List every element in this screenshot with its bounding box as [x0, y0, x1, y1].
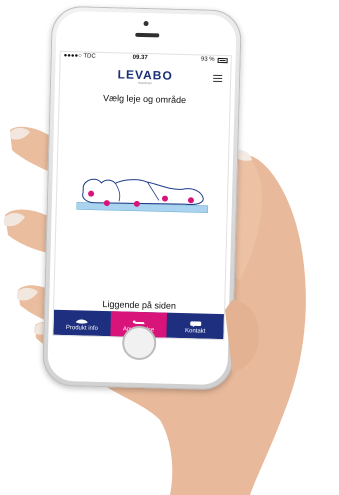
hamburger-menu-icon[interactable]: [213, 74, 223, 83]
lying-body-diagram: [76, 178, 209, 214]
page-heading: Vælg leje og område: [102, 92, 187, 106]
status-time: 09.37: [132, 54, 148, 62]
tab-produkt-info[interactable]: Produkt info: [53, 310, 110, 336]
tab-label: Kontakt: [184, 328, 206, 335]
tab-label: Produkt info: [65, 325, 98, 332]
app-screen: ●●●●○ TDC 09.37 93 % LEVABO Healthcare V…: [52, 50, 232, 341]
earpiece-speaker: [135, 32, 160, 38]
pillow-icon: [76, 319, 89, 324]
carrier-signal: ●●●●○ TDC: [63, 52, 96, 60]
front-camera: [143, 20, 149, 27]
chat-bubble-icon: [189, 321, 201, 328]
battery-icon: [217, 57, 228, 64]
body-outline: [82, 178, 204, 205]
pressure-point-knee: [161, 195, 168, 202]
photo-scene: ●●●●○ TDC 09.37 93 % LEVABO Healthcare V…: [0, 0, 339, 495]
tab-kontakt[interactable]: Kontakt: [167, 313, 224, 339]
pressure-point-ankle: [187, 197, 194, 204]
battery-percent: 93 %: [200, 56, 215, 63]
pressure-point-head: [88, 190, 95, 197]
phone-device: ●●●●○ TDC 09.37 93 % LEVABO Healthcare V…: [42, 5, 242, 391]
status-bar: ●●●●○ TDC 09.37 93 %: [61, 52, 231, 66]
